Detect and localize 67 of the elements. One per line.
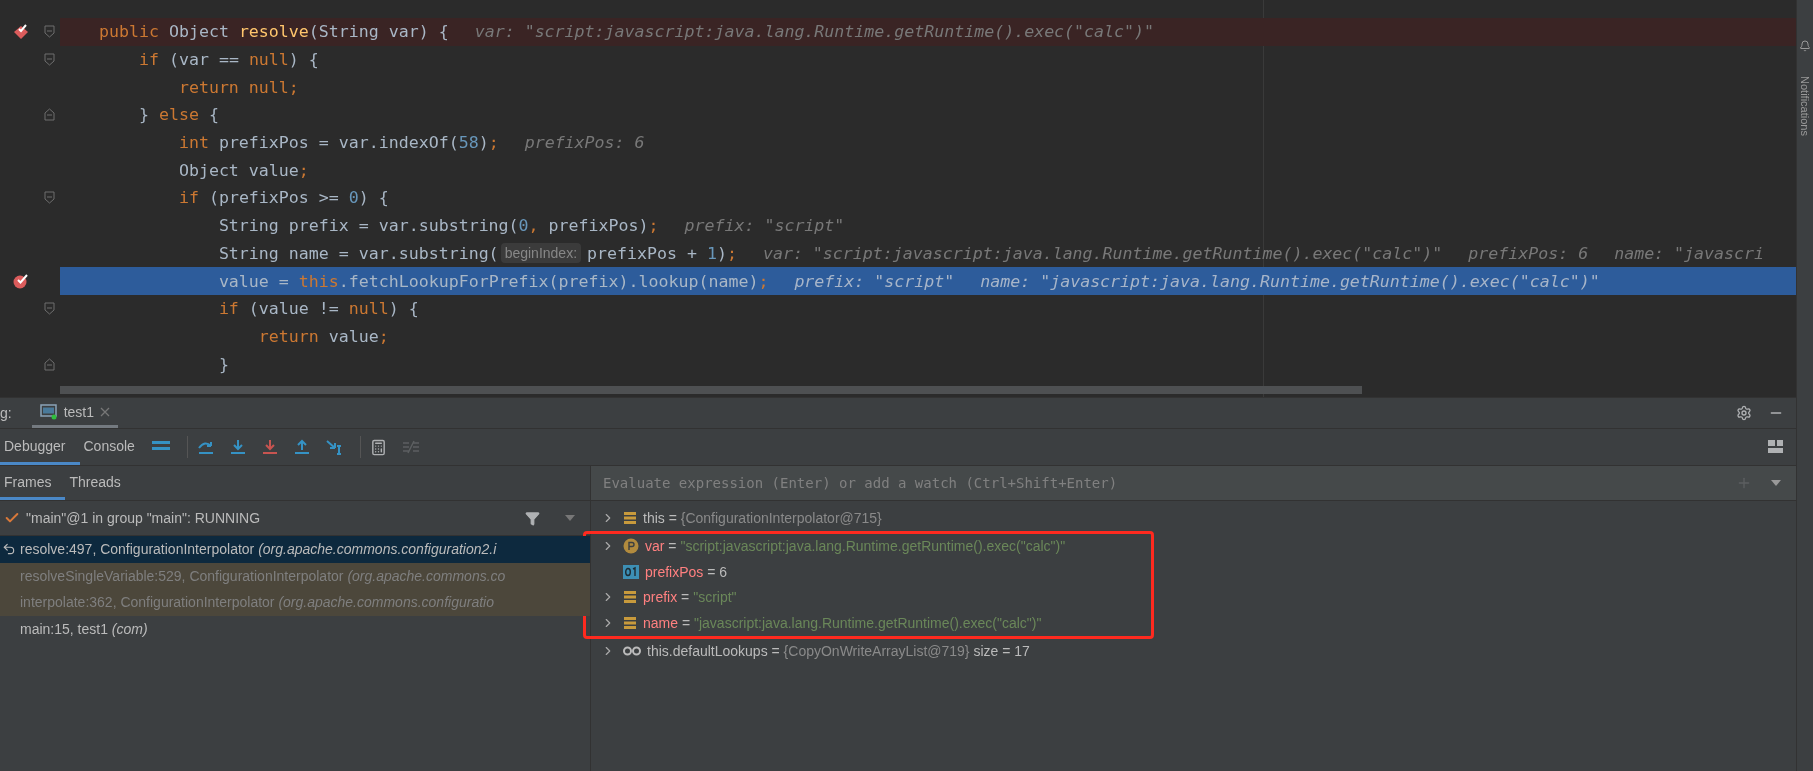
fold-icon[interactable] [43, 108, 55, 122]
variable-text[interactable]: this = {ConfigurationInterpolator@715} [643, 509, 882, 526]
inline-value-hint: prefixPos: 6 [1468, 243, 1589, 263]
settings-icon[interactable] [1736, 405, 1752, 421]
parameter-icon [623, 538, 639, 555]
trace-icon[interactable] [401, 440, 420, 454]
code-text: String prefix = var.substring(0, prefixPos); [217, 216, 659, 236]
breakpoint-icon[interactable] [12, 273, 30, 290]
inline-value-hint: name: "javascript:java.lang.Runtime.getRuntime().exec("calc")" [980, 271, 1600, 291]
fold-icon[interactable] [43, 191, 55, 205]
field-icon [623, 510, 637, 525]
panel-title: g: [0, 405, 12, 421]
inline-value-hint: var: "script:javascript:java.lang.Runtime.getRuntime().exec("calc")" [474, 22, 1155, 42]
inline-value-hint: var: "script:javascript:java.lang.Runtime.getRuntime().exec("calc")" [762, 243, 1443, 263]
frames-tab[interactable]: Frames [0, 466, 66, 500]
notifications-icon[interactable] [1799, 40, 1811, 52]
inline-value-hint: prefixPos: 6 [524, 133, 645, 153]
layout-icon[interactable] [1767, 439, 1785, 455]
dropdown-icon[interactable] [564, 514, 576, 522]
filter-icon[interactable] [524, 510, 540, 526]
close-icon[interactable] [100, 406, 111, 417]
inline-value-hint: prefix: "script" [684, 216, 845, 236]
inline-value-hint: prefix: "script" [794, 271, 955, 291]
session-tab[interactable]: test1 [31, 398, 119, 428]
notifications-label[interactable]: Notifications [1799, 76, 1811, 136]
code-text: if (prefixPos >= 0) { [177, 188, 389, 208]
code-text: value = this.fetchLookupForPrefix(prefix).lookup(name); [217, 271, 769, 291]
variable-text[interactable]: this.defaultLookups = {CopyOnWriteArrayList@719} size = 17 [647, 643, 1030, 660]
code-text: prefixPos + 1); [587, 243, 737, 263]
calculator-icon[interactable] [370, 438, 388, 456]
application-icon [39, 403, 58, 420]
code-text: if (value != null) { [217, 299, 419, 319]
stack-frame[interactable]: resolve:497, ConfigurationInterpolator (org.apache.commons.configuration2.i [0, 536, 590, 563]
variable-text[interactable]: prefix = "script" [643, 589, 737, 606]
scrollbar-thumb[interactable] [60, 386, 1362, 394]
code-text: if (var == null) { [137, 50, 319, 70]
code-text: return value; [257, 326, 389, 346]
code-text: public Object resolve(String var) { [99, 22, 449, 42]
variable-text[interactable]: name = "javascript:java.lang.Runtime.getRuntime().exec("calc")" [643, 614, 1042, 631]
return-arrow-icon [2, 542, 16, 557]
code-text: return null; [177, 77, 299, 97]
variable-text[interactable]: var = "script:javascript:java.lang.Runtime.getRuntime().exec("calc")" [645, 538, 1066, 555]
debugger-tab[interactable]: Debugger [0, 429, 80, 465]
field-icon [623, 590, 637, 605]
evaluate-field[interactable]: Evaluate expression (Enter) or add a watch (Ctrl+Shift+Enter) [591, 466, 1796, 501]
code-text: int prefixPos = var.indexOf(58); [177, 133, 499, 153]
frames-tab[interactable]: Threads [65, 466, 135, 500]
code-text: } else { [137, 105, 219, 125]
code-text: } [217, 354, 229, 374]
code-text: Object value; [177, 160, 309, 180]
variable-text[interactable]: prefixPos = 6 [645, 563, 728, 580]
fold-icon[interactable] [43, 25, 55, 39]
fold-icon[interactable] [43, 357, 55, 371]
thread-selector[interactable]: "main"@1 in group "main": RUNNING [26, 510, 261, 526]
method-breakpoint-icon[interactable] [12, 23, 30, 40]
primitive-icon [623, 564, 639, 579]
code-text: String name = var.substring( [217, 243, 499, 263]
fold-icon[interactable] [43, 302, 55, 316]
debugger-tab[interactable]: Console [79, 429, 149, 465]
stack-frame[interactable]: main:15, test1 (com) [0, 615, 590, 642]
list-icon [623, 645, 641, 658]
parameter-hint: beginIndex: [500, 243, 582, 264]
evaluate-input[interactable]: Evaluate expression (Enter) or add a watch (Ctrl+Shift+Enter) [601, 474, 1732, 492]
inline-value-hint: name: "javascri [1614, 243, 1764, 263]
fold-icon[interactable] [43, 53, 55, 67]
dropdown-icon[interactable] [1770, 479, 1782, 487]
field-icon [623, 615, 637, 630]
